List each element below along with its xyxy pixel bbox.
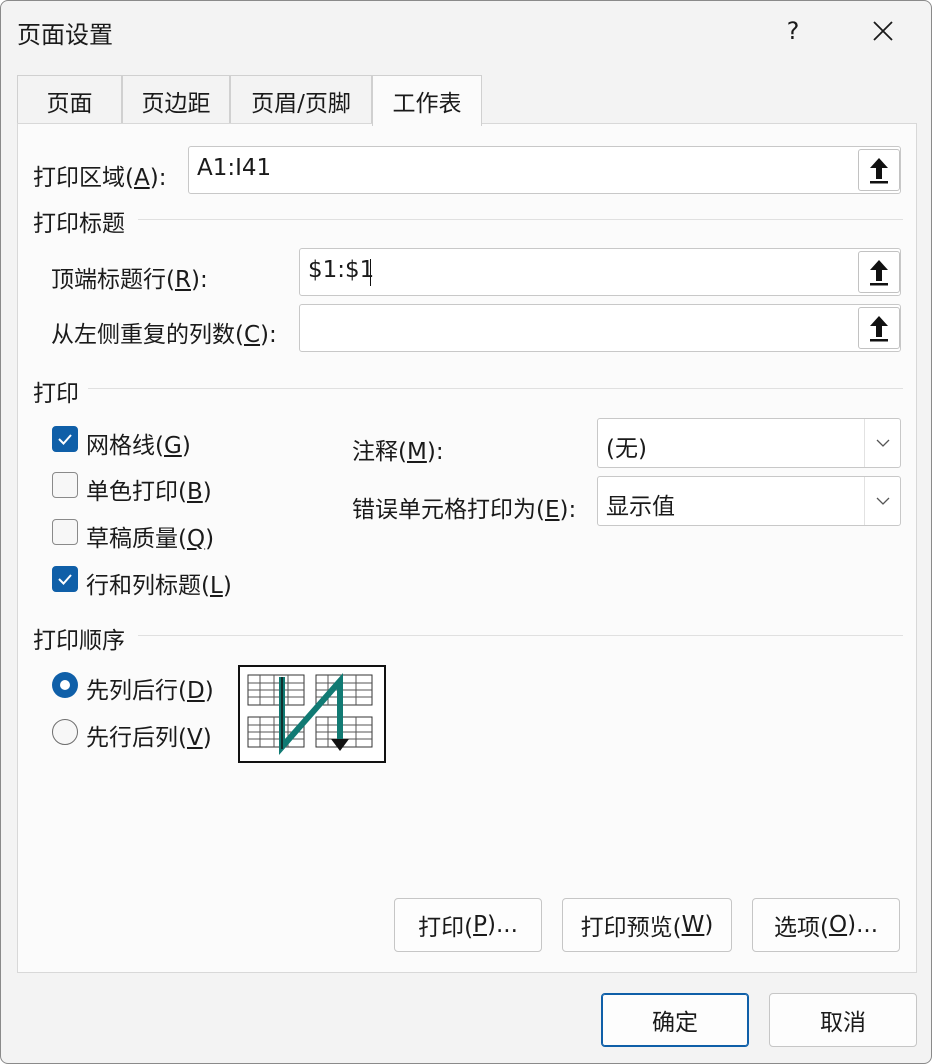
collapse-arrow-up-icon xyxy=(870,316,888,342)
checkmark-icon xyxy=(58,574,72,585)
print-area-value: A1:I41 xyxy=(197,155,272,181)
columns-to-repeat-input[interactable] xyxy=(299,304,901,352)
text-caret xyxy=(370,259,371,286)
comments-value: (无) xyxy=(606,436,647,462)
close-button[interactable] xyxy=(855,9,911,53)
tab-label: 页面 xyxy=(46,90,93,117)
print-button[interactable]: 打印(P)... xyxy=(394,898,542,952)
row-column-headings-label[interactable]: 行和列标题(L) xyxy=(86,566,232,600)
cell-errors-dropdown[interactable]: 显示值 xyxy=(597,476,901,526)
options-button[interactable]: 选项(O)... xyxy=(752,898,900,952)
down-then-over-radio[interactable] xyxy=(52,672,78,698)
ok-label: 确定 xyxy=(652,1010,698,1036)
page-order-diagram-icon xyxy=(247,673,373,755)
gridlines-checkbox[interactable] xyxy=(52,426,78,452)
tab-header-footer[interactable]: 页眉/页脚 xyxy=(230,75,372,125)
help-icon: ? xyxy=(786,17,800,45)
collapse-arrow-up-icon xyxy=(870,158,888,184)
chevron-down-icon xyxy=(864,477,900,525)
cell-errors-label: 错误单元格打印为(E): xyxy=(352,497,577,523)
print-heading: 打印 xyxy=(33,381,79,407)
dialog-title: 页面设置 xyxy=(17,21,113,49)
columns-to-repeat-collapse-button[interactable] xyxy=(858,307,900,349)
tab-label: 页边距 xyxy=(141,90,211,117)
print-area-collapse-button[interactable] xyxy=(858,149,900,191)
tab-label: 页眉/页脚 xyxy=(251,90,351,117)
print-area-label: 打印区域(A): xyxy=(33,165,167,191)
print-titles-heading: 打印标题 xyxy=(33,211,125,237)
gridlines-label[interactable]: 网格线(G) xyxy=(86,426,191,460)
divider xyxy=(88,388,903,389)
cell-errors-value: 显示值 xyxy=(606,494,675,520)
divider xyxy=(138,219,903,220)
ok-button[interactable]: 确定 xyxy=(601,993,749,1047)
title-bar[interactable]: 页面设置 ? xyxy=(1,1,931,61)
comments-label: 注释(M): xyxy=(352,439,444,465)
sheet-tab-panel: 打印区域(A): A1:I41 打印标题 顶端标题行(R): $1:$1 从左侧… xyxy=(17,123,917,973)
rows-to-repeat-value: $1:$1 xyxy=(308,257,375,283)
collapse-arrow-up-icon xyxy=(870,260,888,286)
page-order-preview xyxy=(238,665,386,763)
black-and-white-label[interactable]: 单色打印(B) xyxy=(86,472,212,506)
help-button[interactable]: ? xyxy=(765,9,821,53)
down-then-over-label[interactable]: 先列后行(D) xyxy=(86,671,214,705)
draft-quality-label[interactable]: 草稿质量(Q) xyxy=(86,519,214,553)
page-order-heading: 打印顺序 xyxy=(33,628,125,654)
columns-to-repeat-label: 从左侧重复的列数(C): xyxy=(51,322,277,348)
divider xyxy=(138,635,903,636)
draft-quality-checkbox[interactable] xyxy=(52,519,78,545)
row-column-headings-checkbox[interactable] xyxy=(52,566,78,592)
rows-to-repeat-label: 顶端标题行(R): xyxy=(51,267,208,293)
checkmark-icon xyxy=(58,434,72,445)
rows-to-repeat-collapse-button[interactable] xyxy=(858,251,900,293)
print-area-input[interactable]: A1:I41 xyxy=(188,146,901,194)
print-preview-button[interactable]: 打印预览(W) xyxy=(562,898,732,952)
tab-sheet[interactable]: 工作表 xyxy=(372,75,482,126)
tab-page[interactable]: 页面 xyxy=(17,75,122,125)
cancel-label: 取消 xyxy=(820,1010,866,1036)
black-and-white-checkbox[interactable] xyxy=(52,472,78,498)
close-icon xyxy=(873,21,893,41)
tab-margins[interactable]: 页边距 xyxy=(122,75,230,125)
over-then-down-radio[interactable] xyxy=(52,719,78,745)
tab-label: 工作表 xyxy=(392,91,462,117)
page-setup-dialog: 页面设置 ? 页面 页边距 页眉/页脚 工作表 打印区域(A): A1:I41 xyxy=(0,0,932,1064)
comments-dropdown[interactable]: (无) xyxy=(597,418,901,468)
cancel-button[interactable]: 取消 xyxy=(769,993,917,1047)
chevron-down-icon xyxy=(864,419,900,467)
rows-to-repeat-input[interactable]: $1:$1 xyxy=(299,248,901,296)
over-then-down-label[interactable]: 先行后列(V) xyxy=(86,718,212,752)
